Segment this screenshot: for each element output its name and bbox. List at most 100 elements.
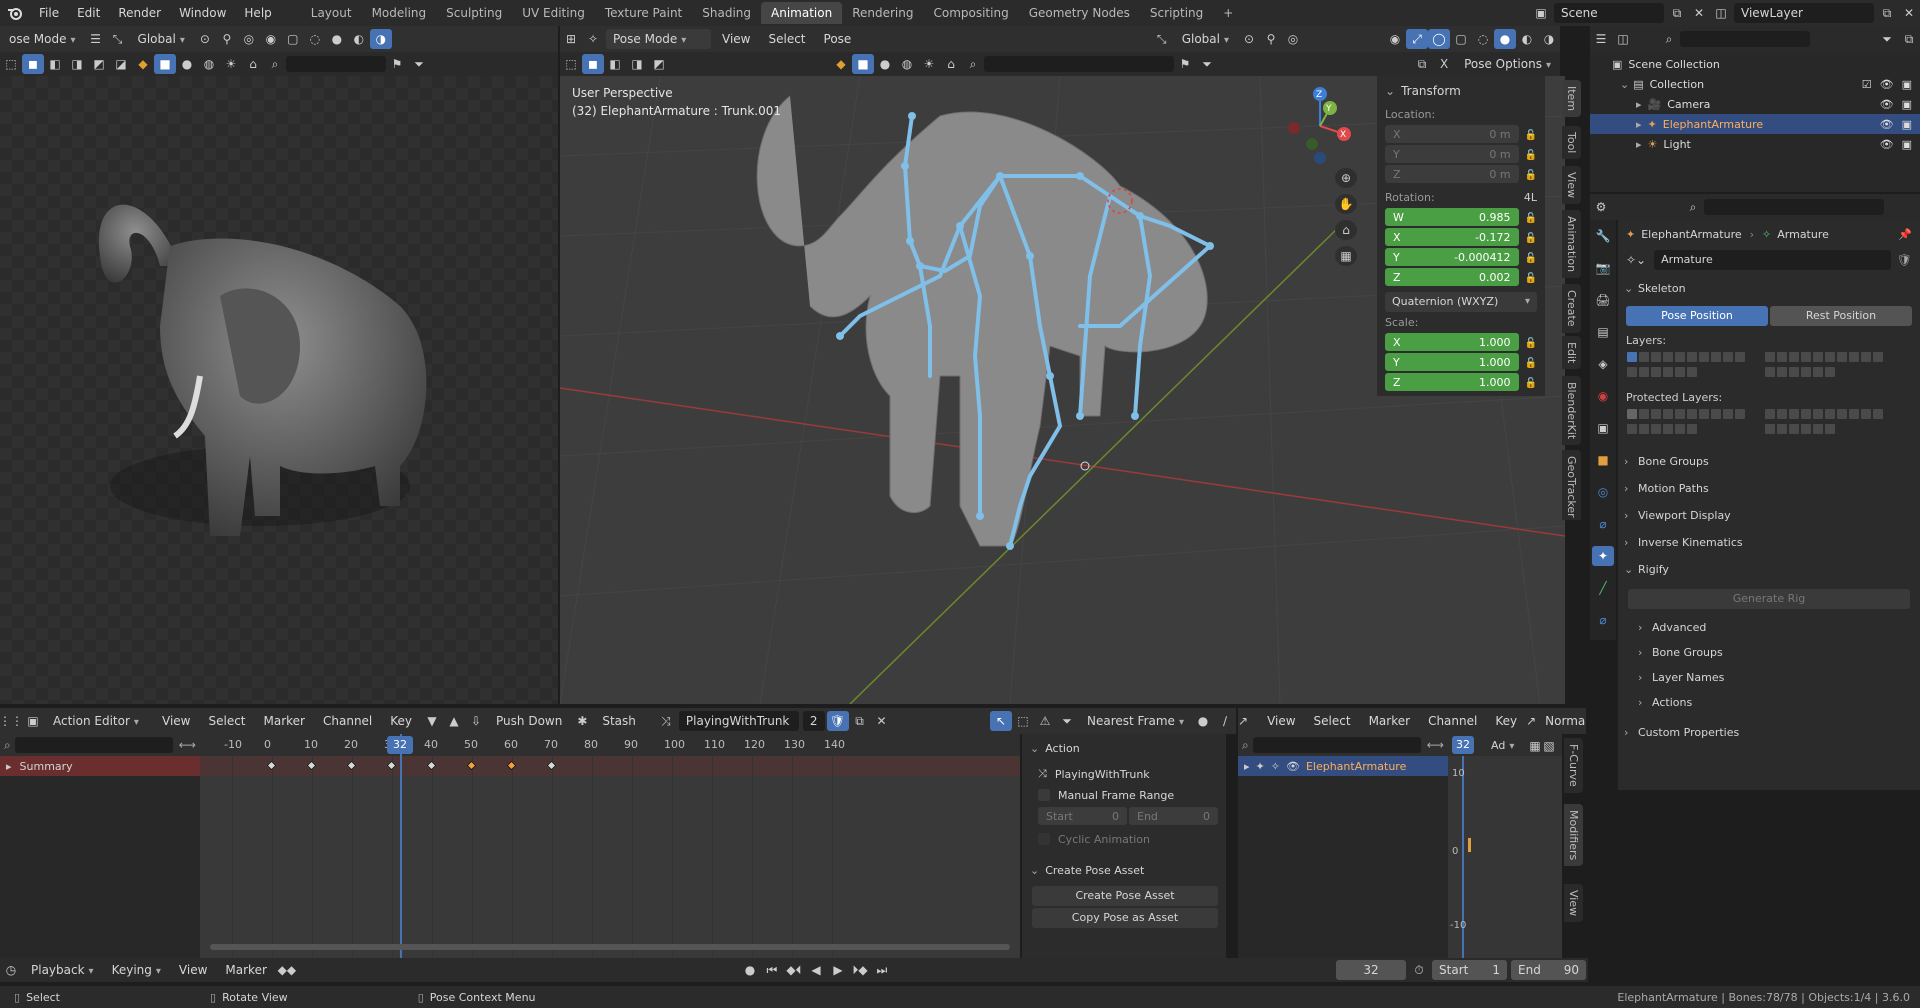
tab-layout[interactable]: Layout: [301, 2, 362, 24]
perspective-toggle-icon[interactable]: ▦: [1335, 246, 1357, 266]
snap-icon[interactable]: ⚲: [216, 29, 238, 49]
display-mode-icon[interactable]: ◫: [1612, 29, 1634, 49]
filter-sphere-icon[interactable]: ●: [176, 54, 198, 74]
solid-shading-icon[interactable]: ●: [326, 29, 348, 49]
outliner-row-armature[interactable]: ▸ ✦ ElephantArmature 👁 ▣: [1590, 114, 1920, 134]
search-input[interactable]: [984, 56, 1174, 72]
collapse-icon[interactable]: ⌄: [1620, 78, 1629, 91]
tab-animation[interactable]: Animation: [761, 2, 843, 24]
outliner-row-camera[interactable]: ▸ 🎥 Camera 👁 ▣: [1590, 94, 1920, 114]
search-icon[interactable]: ⌕: [1682, 197, 1704, 217]
checkbox-icon[interactable]: ☑: [1862, 78, 1872, 91]
select-box-icon[interactable]: ◼: [22, 54, 44, 74]
lock-icon[interactable]: 🔓: [1525, 150, 1537, 161]
tab-geometry-nodes[interactable]: Geometry Nodes: [1019, 2, 1140, 24]
select-invert-icon[interactable]: ◩: [88, 54, 110, 74]
jump-start-icon[interactable]: ⏮: [761, 960, 783, 980]
record-icon[interactable]: ●: [739, 960, 761, 980]
menu-view[interactable]: View: [713, 26, 759, 52]
pivot-icon[interactable]: ⊙: [194, 29, 216, 49]
rigify-actions[interactable]: › Actions: [1618, 690, 1920, 715]
pan-icon[interactable]: ✋: [1335, 194, 1357, 214]
pivot-icon[interactable]: ⊙: [1238, 29, 1260, 49]
interpolation-icon[interactable]: ∕: [1214, 711, 1236, 731]
select-intersect-icon[interactable]: ◪: [110, 54, 132, 74]
graph-ad-dropdown[interactable]: Ad: [1484, 736, 1521, 756]
scale-y-field[interactable]: Y 1.000: [1385, 353, 1519, 371]
lock-icon[interactable]: 🔓: [1525, 273, 1537, 284]
location-x-field[interactable]: X 0 m: [1385, 125, 1519, 143]
section-motion-paths[interactable]: › Motion Paths: [1618, 475, 1920, 502]
add-workspace-icon[interactable]: +: [1213, 2, 1243, 24]
section-skeleton[interactable]: ⌄ Skeleton: [1618, 278, 1920, 300]
bone-tab-icon[interactable]: ╱: [1592, 578, 1614, 598]
fake-user-icon[interactable]: 🛡: [826, 711, 849, 731]
properties-editor-icon[interactable]: ⚙: [1590, 197, 1612, 217]
copy-pose-as-asset-button[interactable]: Copy Pose as Asset: [1032, 908, 1218, 928]
select-invert-icon[interactable]: ◩: [648, 54, 670, 74]
tab-animation[interactable]: Animation: [1562, 210, 1581, 279]
menu-channel[interactable]: Channel: [1419, 708, 1486, 734]
manual-frame-range-row[interactable]: Manual Frame Range: [1030, 784, 1218, 806]
editor-mode-dropdown[interactable]: Action Editor: [46, 711, 151, 731]
tab-blenderkit[interactable]: BlenderKit: [1562, 376, 1581, 446]
view-layer-icon[interactable]: ◫: [1710, 3, 1732, 23]
filter-colors-icon[interactable]: ◆: [830, 54, 852, 74]
mesh-filter-icon[interactable]: ■: [154, 54, 176, 74]
overlay-icon[interactable]: ◯: [1428, 29, 1450, 49]
hamburger-icon[interactable]: ☰: [85, 29, 107, 49]
graph-playhead-label[interactable]: 32: [1452, 736, 1474, 754]
lock-icon[interactable]: 🔓: [1525, 338, 1537, 349]
timeline-marker-menu[interactable]: Marker: [216, 958, 275, 982]
outliner-search-input[interactable]: [1680, 31, 1810, 47]
select-tool-icon[interactable]: ⬚: [0, 54, 22, 74]
tab-graph-view[interactable]: View: [1564, 884, 1583, 923]
menu-window[interactable]: Window: [170, 0, 235, 26]
cyclic-animation-row[interactable]: Cyclic Animation: [1030, 828, 1218, 850]
menu-key[interactable]: Key: [1486, 708, 1526, 734]
tab-view[interactable]: View: [1562, 166, 1581, 205]
camera-render-icon[interactable]: ▣: [1902, 78, 1912, 91]
funnel-icon[interactable]: ⏷: [1196, 54, 1218, 74]
rendered-shading-icon[interactable]: ◑: [369, 29, 392, 49]
material-shading-icon[interactable]: ◐: [1516, 29, 1538, 49]
editor-type-icon[interactable]: ⊞: [560, 29, 582, 49]
search-icon[interactable]: ⌕: [962, 54, 984, 74]
horizontal-scrollbar[interactable]: [210, 944, 1010, 950]
outliner-editor-icon[interactable]: ☰: [1590, 29, 1612, 49]
select-tool-icon[interactable]: ⬚: [560, 54, 582, 74]
action-section-header[interactable]: ⌄ Action: [1030, 738, 1218, 758]
lock-icon[interactable]: 🔓: [1525, 233, 1537, 244]
filters-icon[interactable]: ⏷: [1056, 711, 1078, 731]
section-bone-groups[interactable]: › Bone Groups: [1618, 448, 1920, 475]
tab-geotracker[interactable]: GeoTracker: [1562, 450, 1581, 520]
mirror-icon[interactable]: ⧉: [1411, 54, 1433, 74]
generate-rig-button[interactable]: Generate Rig: [1628, 589, 1910, 609]
datablock-icon[interactable]: ✧⌄: [1626, 253, 1646, 267]
tab-scripting[interactable]: Scripting: [1140, 2, 1213, 24]
timeline-editor-icon[interactable]: ◷: [0, 960, 22, 980]
select-extend-icon[interactable]: ◧: [44, 54, 66, 74]
armature-data-tab-icon[interactable]: ✦: [1592, 546, 1614, 566]
menu-select[interactable]: Select: [199, 708, 254, 734]
tab-create[interactable]: Create: [1562, 284, 1581, 333]
collection-row[interactable]: ⌄ ▤ Collection ☑ 👁 ▣: [1590, 74, 1920, 94]
xray-icon[interactable]: ▢: [1450, 29, 1472, 49]
proportional-icon[interactable]: ◎: [1282, 29, 1304, 49]
funnel-icon[interactable]: ⏷: [408, 54, 430, 74]
camera-render-icon[interactable]: ▣: [1902, 138, 1912, 151]
graph-frame-all-icon[interactable]: ▦: [1528, 736, 1542, 756]
search-input[interactable]: [286, 56, 386, 72]
scene-tab-icon[interactable]: ◈: [1592, 354, 1614, 374]
filter-material-icon[interactable]: ◍: [198, 54, 220, 74]
delete-scene-icon[interactable]: ✕: [1688, 3, 1710, 23]
action-browse-icon[interactable]: ⤨: [655, 711, 677, 731]
tool-tab-icon[interactable]: 🔧: [1592, 226, 1614, 246]
bookmark-icon[interactable]: ⚑: [1174, 54, 1196, 74]
lock-icon[interactable]: 🔓: [1525, 213, 1537, 224]
tab-uv-editing[interactable]: UV Editing: [512, 2, 595, 24]
section-custom-properties[interactable]: › Custom Properties: [1618, 719, 1920, 746]
menu-edit[interactable]: Edit: [68, 0, 109, 26]
location-z-field[interactable]: Z 0 m: [1385, 165, 1519, 183]
left-mode-dropdown[interactable]: ose Mode: [2, 29, 83, 49]
